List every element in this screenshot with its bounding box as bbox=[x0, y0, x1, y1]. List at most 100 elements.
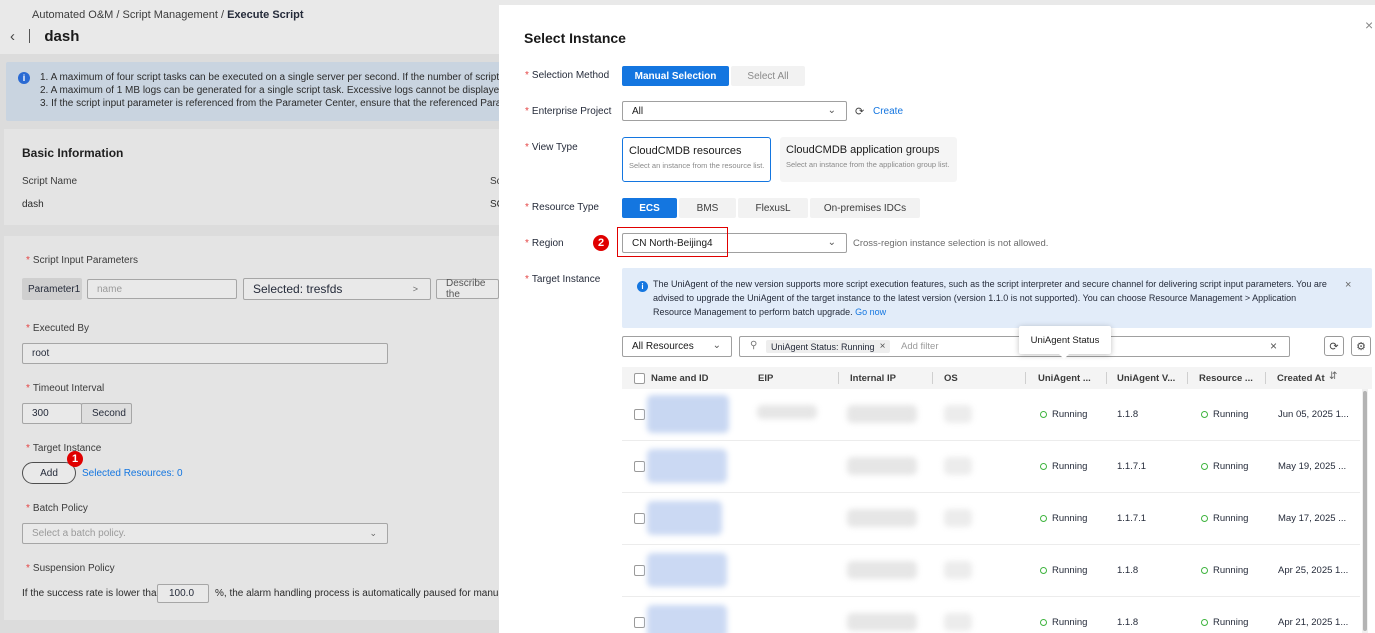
row-checkbox[interactable] bbox=[634, 461, 645, 472]
internal-ip-redacted bbox=[847, 457, 917, 475]
resource-type-idcs[interactable]: On-premises IDCs bbox=[810, 198, 920, 218]
table-row[interactable]: Running 1.1.8 Running Apr 25, 2025 1... bbox=[622, 545, 1360, 597]
row-checkbox[interactable] bbox=[634, 513, 645, 524]
refresh-icon[interactable]: ⟳ bbox=[855, 105, 864, 118]
refresh-table-icon[interactable]: ⟳ bbox=[1324, 336, 1344, 356]
table-row[interactable]: Running 1.1.7.1 Running May 19, 2025 ... bbox=[622, 441, 1360, 493]
running-status-icon bbox=[1201, 619, 1208, 626]
resource-type-flexusl[interactable]: FlexusL bbox=[738, 198, 808, 218]
remove-chip-icon[interactable]: × bbox=[880, 341, 886, 352]
timeout-input[interactable]: 300 bbox=[22, 403, 82, 424]
add-target-button[interactable]: Add bbox=[22, 462, 76, 484]
success-rate-input[interactable]: 100.0 bbox=[157, 584, 209, 603]
created-at-cell: May 19, 2025 ... bbox=[1278, 461, 1347, 472]
select-all-checkbox[interactable] bbox=[634, 373, 645, 384]
settings-gear-icon[interactable]: ⚙ bbox=[1351, 336, 1371, 356]
uniagent-version-cell: 1.1.8 bbox=[1117, 565, 1139, 576]
running-status-icon bbox=[1201, 515, 1208, 522]
select-instance-drawer: Select Instance × * Selection Method Manu… bbox=[499, 5, 1375, 633]
col-name-id: Name and ID bbox=[651, 373, 709, 384]
row-checkbox[interactable] bbox=[634, 409, 645, 420]
sort-icon[interactable]: ⇵ bbox=[1329, 371, 1337, 382]
enterprise-project-select[interactable]: All ⌄ bbox=[622, 101, 847, 121]
breadcrumb-item-current: Execute Script bbox=[227, 9, 304, 21]
param-select-arrow-icon: > bbox=[412, 284, 418, 294]
col-uniagent-version: UniAgent V... bbox=[1117, 373, 1176, 384]
running-status-icon bbox=[1040, 463, 1047, 470]
select-all-button[interactable]: Select All bbox=[731, 66, 805, 86]
chevron-down-icon: ⌄ bbox=[369, 528, 377, 538]
row-checkbox[interactable] bbox=[634, 565, 645, 576]
name-id-redacted bbox=[647, 501, 722, 535]
row-checkbox[interactable] bbox=[634, 617, 645, 628]
name-id-redacted bbox=[647, 449, 727, 483]
chevron-down-icon: ⌄ bbox=[712, 340, 721, 351]
executed-by-input[interactable]: root bbox=[22, 343, 388, 364]
clear-filter-icon[interactable]: × bbox=[1270, 339, 1277, 353]
param-name-input[interactable]: name bbox=[87, 279, 237, 299]
running-status-icon bbox=[1201, 411, 1208, 418]
selected-resources-link[interactable]: Selected Resources: 0 bbox=[82, 468, 183, 479]
uniagent-status-cell: Running bbox=[1040, 409, 1087, 420]
all-resources-select[interactable]: All Resources ⌄ bbox=[622, 336, 732, 357]
table-scrollbar-thumb[interactable] bbox=[1363, 391, 1367, 631]
name-id-redacted bbox=[647, 395, 729, 433]
script-name-value: dash bbox=[22, 199, 44, 210]
resource-status-cell: Running bbox=[1201, 461, 1248, 472]
uniagent-version-cell: 1.1.8 bbox=[1117, 409, 1139, 420]
view-type-cmdb-app-groups[interactable]: CloudCMDB application groups Select an i… bbox=[780, 137, 957, 182]
running-status-icon bbox=[1040, 411, 1047, 418]
basic-info-title: Basic Information bbox=[22, 146, 124, 160]
os-redacted bbox=[944, 613, 972, 631]
uniagent-status-cell: Running bbox=[1040, 461, 1087, 472]
col-os: OS bbox=[944, 373, 958, 384]
breadcrumb-item-om[interactable]: Automated O&M bbox=[32, 9, 113, 21]
param-value-select[interactable]: Selected: tresfds > bbox=[243, 278, 431, 300]
resource-status-cell: Running bbox=[1201, 565, 1248, 576]
table-row[interactable]: Running 1.1.7.1 Running May 17, 2025 ... bbox=[622, 493, 1360, 545]
col-created-at[interactable]: Created At bbox=[1277, 373, 1325, 384]
back-arrow-icon[interactable]: ‹ bbox=[10, 28, 15, 45]
os-redacted bbox=[944, 561, 972, 579]
step-badge-2: 2 bbox=[593, 235, 609, 251]
running-status-icon bbox=[1040, 567, 1047, 574]
go-now-link[interactable]: Go now bbox=[855, 307, 886, 317]
suspension-suffix: %, the alarm handling process is automat… bbox=[215, 588, 534, 599]
param-desc-input[interactable]: Describe the bbox=[436, 278, 499, 300]
resource-type-ecs[interactable]: ECS bbox=[622, 198, 677, 218]
table-row[interactable]: Running 1.1.8 Running Apr 21, 2025 1... bbox=[622, 597, 1360, 633]
page-title: dash bbox=[44, 28, 80, 45]
batch-policy-select[interactable]: Select a batch policy. ⌄ bbox=[22, 523, 388, 544]
breadcrumb-item-script-management[interactable]: Script Management bbox=[123, 9, 218, 21]
resource-status-cell: Running bbox=[1201, 617, 1248, 628]
target-instance-label: * Target Instance bbox=[26, 443, 102, 454]
region-label: * Region bbox=[525, 238, 564, 249]
step-badge-1: 1 bbox=[67, 451, 83, 467]
close-banner-icon[interactable]: × bbox=[1345, 279, 1351, 291]
col-uniagent-status[interactable]: UniAgent ... bbox=[1038, 373, 1091, 384]
internal-ip-redacted bbox=[847, 405, 917, 423]
view-type-cmdb-resources[interactable]: CloudCMDB resources Select an instance f… bbox=[622, 137, 771, 182]
filter-chip: UniAgent Status: Running × bbox=[766, 340, 891, 353]
manual-selection-button[interactable]: Manual Selection bbox=[622, 66, 729, 86]
table-row[interactable]: Running 1.1.8 Running Jun 05, 2025 1... bbox=[622, 389, 1360, 441]
uniagent-info-banner: i The UniAgent of the new version suppor… bbox=[622, 268, 1372, 328]
internal-ip-redacted bbox=[847, 613, 917, 631]
selection-method-label: * Selection Method bbox=[525, 70, 610, 81]
notice-line: 1. A maximum of four script tasks can be… bbox=[40, 72, 555, 83]
info-icon: i bbox=[637, 281, 648, 292]
resource-type-label: * Resource Type bbox=[525, 202, 599, 213]
create-link[interactable]: Create bbox=[873, 106, 903, 117]
resource-type-bms[interactable]: BMS bbox=[679, 198, 736, 218]
uniagent-status-cell: Running bbox=[1040, 513, 1087, 524]
drawer-title: Select Instance bbox=[524, 30, 626, 46]
notice-banner: i 1. A maximum of four script tasks can … bbox=[6, 62, 556, 121]
uniagent-status-tooltip: UniAgent Status bbox=[1019, 326, 1111, 359]
filter-search-bar[interactable]: ⚲ UniAgent Status: Running × Add filter … bbox=[739, 336, 1290, 357]
info-line: The UniAgent of the new version supports… bbox=[653, 279, 1327, 289]
resource-status-cell: Running bbox=[1201, 513, 1248, 524]
executed-by-label: * Executed By bbox=[26, 323, 90, 334]
add-filter-input[interactable]: Add filter bbox=[901, 341, 939, 352]
close-icon[interactable]: × bbox=[1365, 17, 1373, 33]
region-note: Cross-region instance selection is not a… bbox=[853, 238, 1049, 249]
